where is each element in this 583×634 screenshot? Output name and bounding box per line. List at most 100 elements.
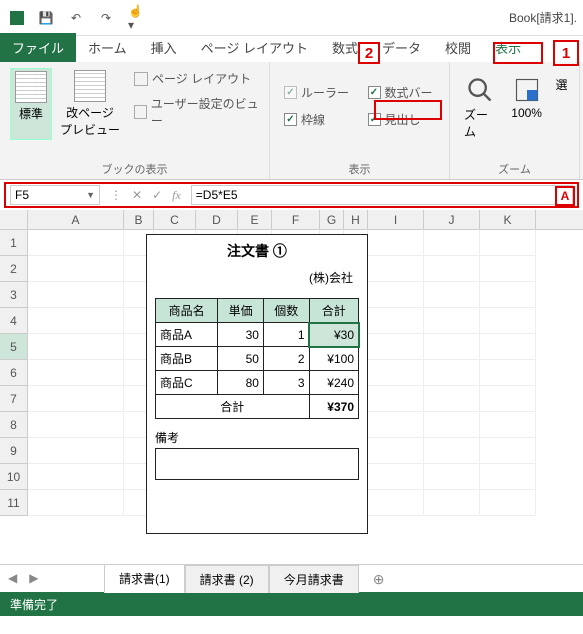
grid-cell[interactable] bbox=[480, 412, 536, 438]
cell[interactable]: ¥240 bbox=[309, 371, 358, 395]
grid-cell[interactable] bbox=[28, 282, 124, 308]
col-header[interactable]: B bbox=[124, 210, 154, 229]
save-icon[interactable]: 💾 bbox=[38, 10, 54, 26]
row-header[interactable]: 2 bbox=[0, 256, 28, 282]
grid-cell[interactable] bbox=[28, 490, 124, 516]
sheet-tab-1[interactable]: 請求書(1) bbox=[104, 564, 185, 593]
row-header[interactable]: 10 bbox=[0, 464, 28, 490]
row-header[interactable]: 7 bbox=[0, 386, 28, 412]
row-header[interactable]: 1 bbox=[0, 230, 28, 256]
grid-cell[interactable] bbox=[480, 308, 536, 334]
grid-cell[interactable] bbox=[368, 464, 424, 490]
col-header[interactable]: K bbox=[480, 210, 536, 229]
grid-cell[interactable] bbox=[480, 256, 536, 282]
zoom-selection-button[interactable]: 選 bbox=[554, 74, 569, 142]
row-header[interactable]: 11 bbox=[0, 490, 28, 516]
grid-cell[interactable] bbox=[480, 282, 536, 308]
grid-cell[interactable] bbox=[368, 490, 424, 516]
row-header[interactable]: 3 bbox=[0, 282, 28, 308]
grid-cell[interactable] bbox=[480, 464, 536, 490]
grid-cell[interactable] bbox=[368, 230, 424, 256]
cell[interactable]: 50 bbox=[218, 347, 264, 371]
grid-cell[interactable] bbox=[28, 334, 124, 360]
row-header[interactable]: 8 bbox=[0, 412, 28, 438]
view-pagebreak-button[interactable]: 改ページ プレビュー bbox=[56, 68, 124, 140]
grid-cell[interactable] bbox=[368, 438, 424, 464]
fx-icon[interactable]: fx bbox=[172, 188, 181, 203]
grid-cell[interactable] bbox=[28, 438, 124, 464]
grid-cell[interactable] bbox=[424, 360, 480, 386]
tab-file[interactable]: ファイル bbox=[0, 33, 76, 62]
row-header[interactable]: 9 bbox=[0, 438, 28, 464]
grid-cell[interactable] bbox=[368, 282, 424, 308]
grid-cell[interactable] bbox=[368, 308, 424, 334]
col-header[interactable]: I bbox=[368, 210, 424, 229]
cell[interactable]: 商品A bbox=[156, 323, 218, 347]
grid-cell[interactable] bbox=[424, 490, 480, 516]
col-header[interactable]: G bbox=[320, 210, 344, 229]
grid-cell[interactable] bbox=[368, 360, 424, 386]
grid-cell[interactable] bbox=[480, 386, 536, 412]
grid-cell[interactable] bbox=[28, 464, 124, 490]
row-header[interactable]: 6 bbox=[0, 360, 28, 386]
grid-cell[interactable] bbox=[28, 256, 124, 282]
grid-cell[interactable] bbox=[368, 334, 424, 360]
tab-home[interactable]: ホーム bbox=[76, 33, 139, 62]
memo-box[interactable] bbox=[155, 448, 359, 480]
formula-input[interactable]: =D5*E5 bbox=[191, 185, 573, 205]
grid-cell[interactable] bbox=[424, 334, 480, 360]
cell[interactable]: 80 bbox=[218, 371, 264, 395]
grid-cell[interactable] bbox=[480, 438, 536, 464]
custom-views-button[interactable]: ユーザー設定のビュー bbox=[134, 93, 259, 131]
grid-cell[interactable] bbox=[424, 230, 480, 256]
page-layout-button[interactable]: ページ レイアウト bbox=[134, 68, 259, 89]
cell[interactable]: ¥100 bbox=[309, 347, 358, 371]
grid-cell[interactable] bbox=[480, 230, 536, 256]
col-header[interactable]: A bbox=[28, 210, 124, 229]
grid-cell[interactable] bbox=[480, 490, 536, 516]
tab-review[interactable]: 校閲 bbox=[433, 33, 483, 62]
cell[interactable]: 商品C bbox=[156, 371, 218, 395]
redo-icon[interactable]: ↷ bbox=[98, 10, 114, 26]
grid-cell[interactable] bbox=[28, 308, 124, 334]
select-all-corner[interactable] bbox=[0, 210, 28, 229]
tab-insert[interactable]: 挿入 bbox=[139, 33, 189, 62]
grid-cell[interactable] bbox=[424, 412, 480, 438]
sheet-tab-2[interactable]: 請求書 (2) bbox=[185, 565, 269, 593]
cell[interactable]: 30 bbox=[218, 323, 264, 347]
col-header[interactable]: J bbox=[424, 210, 480, 229]
grid-cell[interactable] bbox=[424, 256, 480, 282]
col-header[interactable]: E bbox=[238, 210, 272, 229]
undo-icon[interactable]: ↶ bbox=[68, 10, 84, 26]
enter-icon[interactable]: ✓ bbox=[152, 188, 162, 202]
col-header[interactable]: C bbox=[154, 210, 196, 229]
tab-pagelayout[interactable]: ページ レイアウト bbox=[189, 33, 320, 62]
grid-cell[interactable] bbox=[424, 308, 480, 334]
view-normal-button[interactable]: 標準 bbox=[10, 68, 52, 140]
grid-cell[interactable] bbox=[28, 386, 124, 412]
grid-cell[interactable] bbox=[28, 230, 124, 256]
sheet-tab-3[interactable]: 今月請求書 bbox=[269, 565, 359, 593]
grid-cell[interactable] bbox=[424, 386, 480, 412]
cell[interactable]: 商品B bbox=[156, 347, 218, 371]
grid-cell[interactable] bbox=[424, 464, 480, 490]
col-header[interactable]: D bbox=[196, 210, 238, 229]
grid-cell[interactable] bbox=[368, 256, 424, 282]
add-sheet-button[interactable]: ⊕ bbox=[359, 566, 399, 593]
col-header[interactable]: F bbox=[272, 210, 320, 229]
grid-cell[interactable] bbox=[424, 282, 480, 308]
name-box[interactable]: F5▼ bbox=[10, 185, 100, 205]
row-header[interactable]: 4 bbox=[0, 308, 28, 334]
zoom-button[interactable]: ズーム bbox=[460, 74, 499, 142]
gridlines-checkbox[interactable]: 枠線 bbox=[280, 109, 356, 130]
next-sheet-icon[interactable]: ▶ bbox=[29, 571, 38, 585]
prev-sheet-icon[interactable]: ◀ bbox=[8, 571, 17, 585]
col-header[interactable]: H bbox=[344, 210, 368, 229]
grid-cell[interactable] bbox=[368, 386, 424, 412]
touch-icon[interactable]: ☝▾ bbox=[128, 10, 144, 26]
grid-cell[interactable] bbox=[480, 334, 536, 360]
worksheet-grid[interactable]: ABCDEFGHIJK 1234567891011 注文書 ① (株)会社 商品… bbox=[0, 210, 583, 564]
grid-cell[interactable] bbox=[424, 438, 480, 464]
grid-cell[interactable] bbox=[368, 412, 424, 438]
grid-cell[interactable] bbox=[480, 360, 536, 386]
